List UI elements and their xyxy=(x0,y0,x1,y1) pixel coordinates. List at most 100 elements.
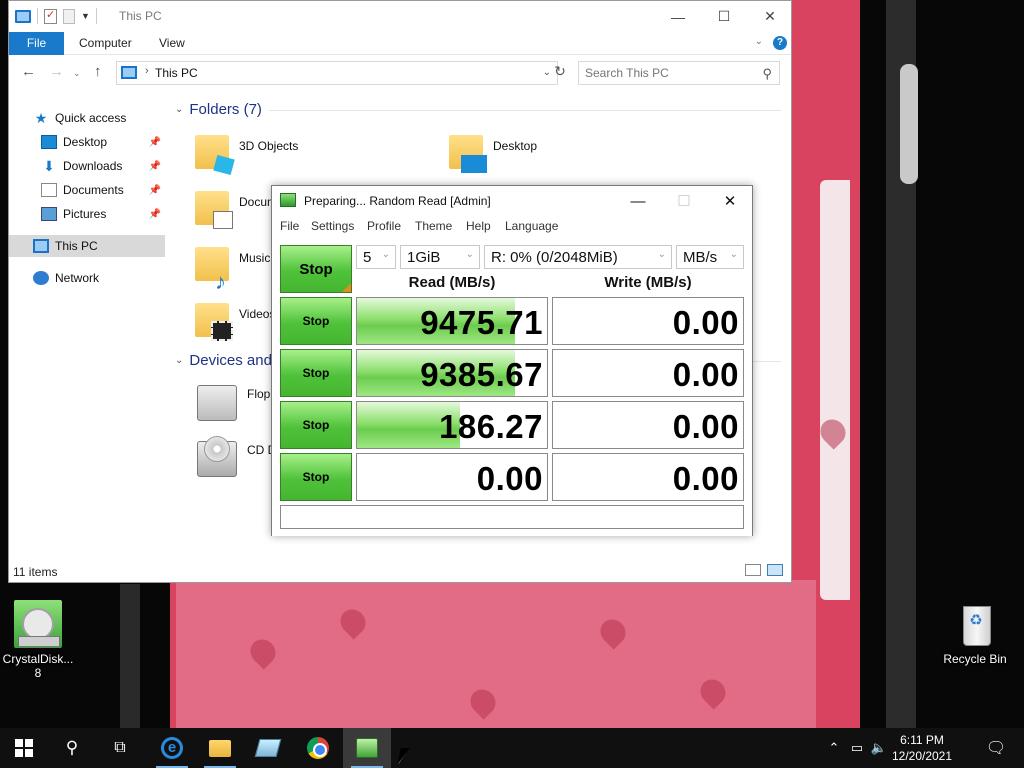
item-label: Desktop xyxy=(493,139,538,153)
list-item-videos[interactable]: Videos xyxy=(195,301,275,349)
file-explorer-icon xyxy=(209,739,231,757)
list-item-documents[interactable]: Docum xyxy=(195,189,277,237)
close-button[interactable]: ✕ xyxy=(747,1,793,32)
search-button[interactable]: ⚲ xyxy=(48,728,96,768)
tab-file[interactable]: File xyxy=(9,32,64,55)
show-hidden-icons-icon[interactable]: ⌃ xyxy=(824,728,844,768)
taskbar-crystaldiskinfo[interactable] xyxy=(244,728,292,768)
search-box[interactable]: ⚲ xyxy=(578,61,780,85)
breadcrumb-separator-icon[interactable]: › xyxy=(145,65,149,77)
explorer-titlebar[interactable]: ▼ This PC — ☐ ✕ xyxy=(9,1,791,32)
crystaldiskmark-icon xyxy=(14,600,62,648)
read-result: 0.00 xyxy=(356,453,548,501)
sidebar-item-label: Downloads xyxy=(63,159,123,173)
desktop-icon-label: CrystalDisk... 8 xyxy=(2,652,74,680)
documents-folder-icon xyxy=(195,191,233,229)
test-count-select[interactable]: 5 ⌄ xyxy=(356,245,396,269)
taskbar-internet-explorer[interactable]: e xyxy=(148,728,196,768)
expand-ribbon-icon[interactable]: ⌄ xyxy=(755,36,763,47)
properties-icon[interactable] xyxy=(44,8,57,24)
back-icon[interactable]: ← xyxy=(21,63,36,80)
list-item-music[interactable]: Music xyxy=(195,245,270,293)
sidebar-item-desktop[interactable]: Desktop 📌 xyxy=(9,131,165,153)
comment-input[interactable] xyxy=(280,505,744,529)
network-icon xyxy=(33,271,49,285)
details-view-icon[interactable] xyxy=(745,564,761,576)
help-icon[interactable]: ? xyxy=(773,36,787,50)
address-bar[interactable]: › This PC ⌄ xyxy=(116,61,558,85)
read-value: 9385.67 xyxy=(420,356,543,393)
minimize-button[interactable]: — xyxy=(655,1,701,32)
group-header-devices[interactable]: ⌄ Devices and xyxy=(175,352,272,369)
system-tray: ⌃ ▭ 🔈 6:11 PM 12/20/2021 🗨 xyxy=(824,728,1024,768)
write-value: 0.00 xyxy=(672,304,739,341)
desktop-icon-recycle-bin[interactable]: Recycle Bin xyxy=(937,600,1013,666)
maximize-icon: ☐ xyxy=(717,8,731,24)
clock[interactable]: 6:11 PM 12/20/2021 xyxy=(886,732,958,764)
taskbar-file-explorer[interactable] xyxy=(196,728,244,768)
group-header-folders[interactable]: ⌄ Folders (7) xyxy=(175,101,262,118)
menu-profile[interactable]: Profile xyxy=(367,219,401,233)
drive-select[interactable]: R: 0% (0/2048MiB) ⌄ xyxy=(484,245,672,269)
refresh-icon[interactable]: ↻ xyxy=(550,63,570,83)
status-bar: 11 items xyxy=(9,560,791,582)
minimize-button[interactable]: — xyxy=(615,186,661,216)
network-status-icon[interactable]: ▭ xyxy=(846,728,868,768)
stop-test-button[interactable]: Stop xyxy=(280,297,352,345)
stop-all-button[interactable]: Stop xyxy=(280,245,352,293)
read-value: 186.27 xyxy=(439,408,543,445)
large-icons-view-icon[interactable] xyxy=(767,564,783,576)
maximize-button[interactable]: ☐ xyxy=(661,186,707,216)
action-center-icon[interactable]: 🗨 xyxy=(972,728,1020,768)
tab-view[interactable]: View xyxy=(145,32,199,55)
tab-computer[interactable]: Computer xyxy=(65,32,146,55)
sidebar-item-quick-access[interactable]: ★ Quick access xyxy=(9,107,165,129)
desktop-icon-crystaldiskmark[interactable]: CrystalDisk... 8 xyxy=(0,600,76,680)
drive-value: R: 0% (0/2048MiB) xyxy=(491,248,618,266)
recent-locations-icon[interactable]: ⌄ xyxy=(73,68,81,79)
divider xyxy=(95,8,97,24)
list-item-desktop[interactable]: Desktop xyxy=(449,133,537,181)
sidebar-item-network[interactable]: Network xyxy=(9,267,165,289)
star-icon: ★ xyxy=(34,110,48,126)
test-size-select[interactable]: 1GiB ⌄ xyxy=(400,245,480,269)
taskbar-crystaldiskmark[interactable] xyxy=(343,728,391,768)
start-button[interactable] xyxy=(0,728,48,768)
sidebar-item-pictures[interactable]: Pictures 📌 xyxy=(9,203,165,225)
taskbar: ⚲ ⧉ e ⌃ ▭ 🔈 6:11 PM 12/20/2021 🗨 xyxy=(0,728,1024,768)
menu-file[interactable]: File xyxy=(280,219,299,233)
read-result: 186.27 xyxy=(356,401,548,449)
close-button[interactable]: ✕ xyxy=(707,186,753,216)
new-folder-icon[interactable] xyxy=(63,8,75,24)
sidebar-item-documents[interactable]: Documents 📌 xyxy=(9,179,165,201)
menu-theme[interactable]: Theme xyxy=(415,219,452,233)
sidebar-item-downloads[interactable]: ⬇ Downloads 📌 xyxy=(9,155,165,177)
maximize-button[interactable]: ☐ xyxy=(701,1,747,32)
forward-icon[interactable]: → xyxy=(49,63,64,80)
customize-toolbar-icon[interactable]: ▼ xyxy=(81,11,90,21)
sidebar-item-this-pc[interactable]: This PC xyxy=(9,235,165,257)
menu-help[interactable]: Help xyxy=(466,219,491,233)
stop-test-button[interactable]: Stop xyxy=(280,453,352,501)
cdm-titlebar[interactable]: Preparing... Random Read [Admin] — ☐ ✕ xyxy=(272,186,752,216)
close-icon: ✕ xyxy=(723,193,737,210)
taskbar-chrome[interactable] xyxy=(294,728,342,768)
list-item-3d-objects[interactable]: 3D Objects xyxy=(195,133,298,181)
search-input[interactable] xyxy=(585,63,755,83)
unit-select[interactable]: MB/s ⌄ xyxy=(676,245,744,269)
close-icon: ✕ xyxy=(764,8,776,24)
task-view-button[interactable]: ⧉ xyxy=(96,728,144,768)
breadcrumb[interactable]: This PC xyxy=(155,66,198,80)
write-result: 0.00 xyxy=(552,349,744,397)
benchmark-panel: Stop 5 ⌄ 1GiB ⌄ R: 0% (0/2048MiB) ⌄ MB/s… xyxy=(272,236,752,536)
write-result: 0.00 xyxy=(552,297,744,345)
menu-settings[interactable]: Settings xyxy=(311,219,354,233)
stop-test-button[interactable]: Stop xyxy=(280,349,352,397)
window-title: Preparing... Random Read [Admin] xyxy=(304,194,491,208)
navigation-pane: ★ Quick access Desktop 📌 ⬇ Downloads 📌 D… xyxy=(9,101,165,285)
recycle-bin-icon xyxy=(951,600,999,648)
menu-language[interactable]: Language xyxy=(505,219,558,233)
up-icon[interactable]: ↑ xyxy=(94,63,102,80)
search-icon: ⚲ xyxy=(762,66,772,81)
stop-test-button[interactable]: Stop xyxy=(280,401,352,449)
